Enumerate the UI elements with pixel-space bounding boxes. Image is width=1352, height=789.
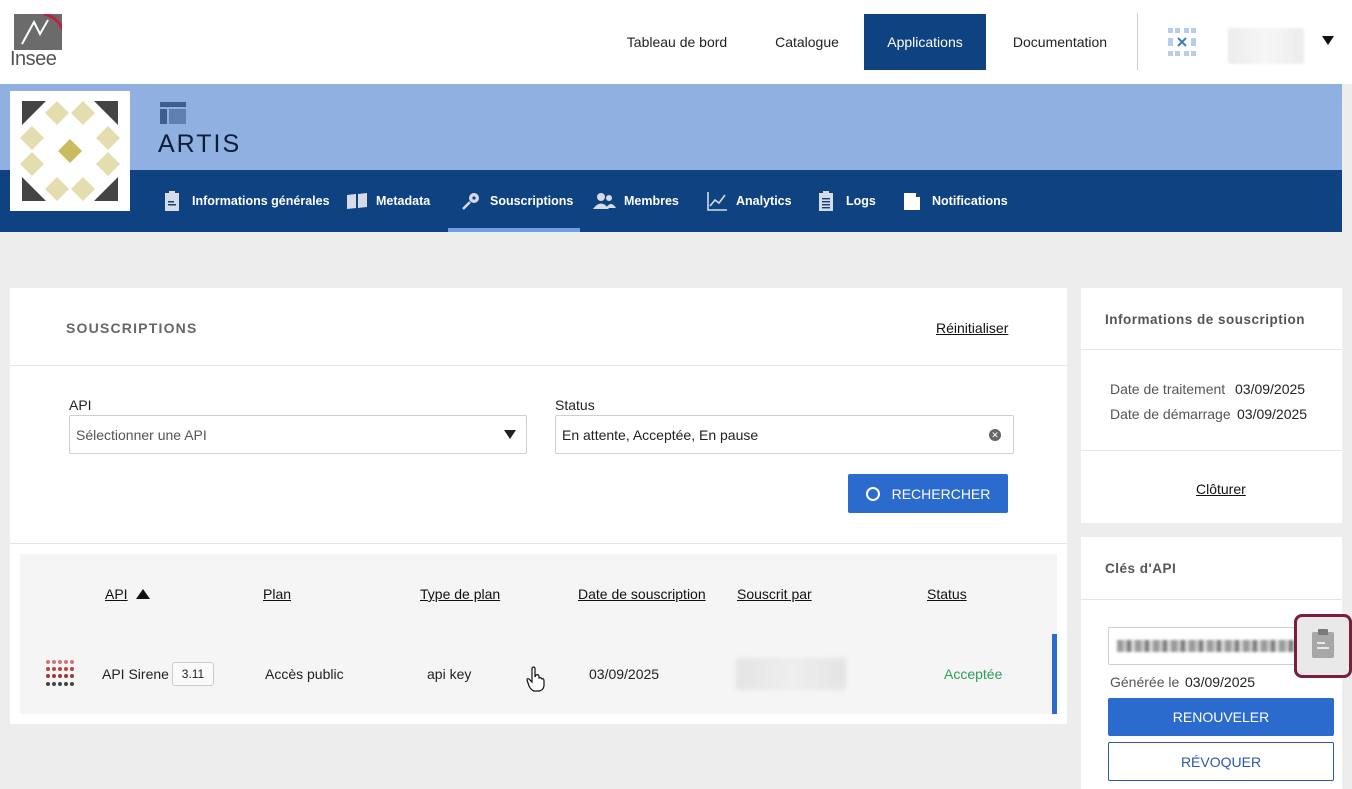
tab-label: Metadata xyxy=(376,194,431,208)
app-type-icon xyxy=(160,102,186,124)
processing-date-label: Date de traitement xyxy=(1110,381,1226,397)
start-date-label: Date de démarrage xyxy=(1110,406,1231,422)
generated-value: 03/09/2025 xyxy=(1185,674,1256,690)
renew-button-label: RENOUVELER xyxy=(1172,709,1270,725)
api-select[interactable]: Sélectionner une API xyxy=(69,415,527,454)
divider xyxy=(1081,599,1342,600)
divider xyxy=(1081,349,1342,350)
key-icon xyxy=(460,190,482,212)
divider xyxy=(10,543,1067,544)
processing-date-value: 03/09/2025 xyxy=(1235,381,1306,397)
status-filter-label: Status xyxy=(555,397,595,413)
sort-ascending-icon[interactable] xyxy=(136,589,150,599)
column-header-plan[interactable]: Plan xyxy=(263,586,291,602)
search-button[interactable]: RECHERCHER xyxy=(848,474,1008,513)
tab-analytics[interactable]: Analytics xyxy=(706,170,792,232)
hand-cursor-icon xyxy=(526,666,546,692)
logo-text: Insee xyxy=(10,48,57,70)
tab-informations-generales[interactable]: Informations générales xyxy=(162,170,330,232)
api-keys-title: Clés d'API xyxy=(1105,561,1177,576)
notification-icon xyxy=(902,190,924,212)
status-select-value: En attente, Acceptée, En pause xyxy=(562,426,759,443)
revoke-button[interactable]: RÉVOQUER xyxy=(1108,742,1334,781)
tab-label: Informations générales xyxy=(192,194,330,208)
user-avatar[interactable] xyxy=(1166,26,1198,58)
cell-date: 03/09/2025 xyxy=(589,666,660,682)
tab-membres[interactable]: Membres xyxy=(592,170,679,232)
copy-key-button[interactable] xyxy=(1294,614,1352,678)
tab-logs[interactable]: Logs xyxy=(816,170,876,232)
topnav-label: Applications xyxy=(887,34,963,50)
topnav-label: Catalogue xyxy=(775,34,839,50)
topnav-label: Documentation xyxy=(1012,34,1108,50)
column-header-status[interactable]: Status xyxy=(927,586,967,602)
list-icon xyxy=(816,190,838,212)
topnav-tableau-de-bord[interactable]: Tableau de bord xyxy=(610,14,744,70)
reset-link[interactable]: Réinitialiser xyxy=(936,320,1008,336)
search-button-label: RECHERCHER xyxy=(891,485,991,502)
clipboard-icon xyxy=(1310,628,1336,665)
clipboard-icon xyxy=(162,190,184,212)
status-select[interactable]: En attente, Acceptée, En pause ✕ xyxy=(555,415,1014,454)
chart-icon xyxy=(706,190,728,212)
start-date-value: 03/09/2025 xyxy=(1237,406,1308,422)
insee-logo[interactable]: Insee xyxy=(8,12,66,72)
column-header-subscribed-by[interactable]: Souscrit par xyxy=(737,586,812,602)
people-icon xyxy=(592,190,616,212)
divider xyxy=(10,365,1067,366)
generated-label: Générée le xyxy=(1110,674,1180,690)
cell-plan-type: api key xyxy=(427,666,472,682)
tab-label: Analytics xyxy=(736,194,792,208)
api-select-placeholder: Sélectionner une API xyxy=(76,426,207,443)
tab-label: Notifications xyxy=(932,194,1008,208)
topnav-documentation[interactable]: Documentation xyxy=(996,14,1124,70)
column-header-api[interactable]: API xyxy=(105,586,128,602)
topnav-label: Tableau de bord xyxy=(626,34,728,50)
app-avatar xyxy=(10,91,130,211)
revoke-button-label: RÉVOQUER xyxy=(1180,753,1262,770)
subscription-info-title: Informations de souscription xyxy=(1105,312,1306,327)
book-icon xyxy=(346,190,368,212)
column-header-plan-type[interactable]: Type de plan xyxy=(420,586,500,602)
tab-notifications[interactable]: Notifications xyxy=(902,170,1008,232)
api-key-blurred xyxy=(1117,640,1297,652)
api-filter-label: API xyxy=(69,397,92,413)
top-bar: Insee Tableau de bord Catalogue Applicat… xyxy=(0,0,1352,84)
cell-api-name: API Sirene xyxy=(102,666,169,682)
api-logo-icon xyxy=(44,658,76,690)
tab-label: Membres xyxy=(624,194,679,208)
tab-label: Logs xyxy=(846,194,876,208)
cell-subscribed-by-blurred xyxy=(736,658,846,690)
tab-metadata[interactable]: Metadata xyxy=(346,170,430,232)
version-badge: 3.11 xyxy=(172,662,214,686)
user-menu-chevron-icon[interactable] xyxy=(1322,36,1334,45)
api-key-field[interactable] xyxy=(1108,627,1308,665)
user-name-blurred[interactable] xyxy=(1228,28,1304,64)
logo-mark xyxy=(14,14,62,50)
subscriptions-title: SOUSCRIPTIONS xyxy=(66,320,198,336)
app-title: ARTIS xyxy=(158,130,242,158)
tab-label: Souscriptions xyxy=(490,194,574,208)
cell-status: Acceptée xyxy=(944,666,1003,682)
selected-row-indicator xyxy=(1052,634,1057,714)
chevron-down-icon xyxy=(504,430,516,439)
divider xyxy=(1081,450,1342,451)
close-subscription-link[interactable]: Clôturer xyxy=(1196,481,1246,497)
search-icon xyxy=(865,486,880,501)
cell-plan: Accès public xyxy=(265,666,344,682)
renew-button[interactable]: RENOUVELER xyxy=(1108,698,1334,736)
topnav-divider xyxy=(1137,13,1138,70)
topnav-catalogue[interactable]: Catalogue xyxy=(760,14,854,70)
topnav-applications[interactable]: Applications xyxy=(864,14,986,70)
tab-souscriptions[interactable]: Souscriptions xyxy=(448,170,580,232)
clear-icon[interactable]: ✕ xyxy=(989,429,1001,441)
column-header-subscription-date[interactable]: Date de souscription xyxy=(578,586,706,602)
